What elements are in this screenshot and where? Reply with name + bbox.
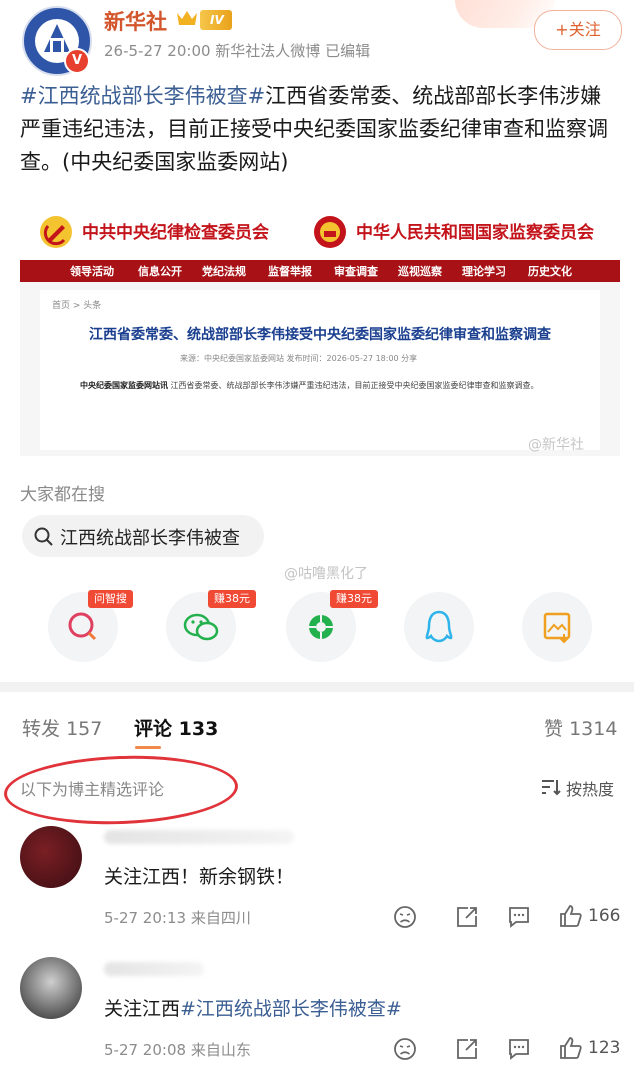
- embedded-lead-text: 江西省委常委、统战部部长李伟涉嫌严重违纪违法，目前正接受中央纪委国家监委纪律审查…: [168, 381, 539, 390]
- embedded-nav-item: 信息公开: [138, 265, 182, 278]
- share-badge: 问智搜: [88, 590, 133, 608]
- comment-location: 来自四川: [190, 909, 251, 927]
- tab-comment-label: 评论: [134, 718, 173, 740]
- comment-text: 关注江西#江西统战部长李伟被查#: [104, 994, 402, 1021]
- tab-reposts[interactable]: 转发 157: [22, 714, 102, 741]
- follow-button[interactable]: +关注: [534, 10, 622, 50]
- emoji-reaction-icon[interactable]: [392, 904, 418, 930]
- comment-hashtag[interactable]: #江西统战部长李伟被查#: [180, 998, 402, 1020]
- qq-icon: [425, 610, 453, 643]
- post-meta: 26-5-27 20:00 新华社法人微博 已编辑: [104, 42, 371, 60]
- commenter-name-blurred[interactable]: [104, 830, 294, 844]
- reply-icon[interactable]: [506, 904, 532, 930]
- commenter-avatar[interactable]: [20, 826, 82, 888]
- tab-like-label: 赞: [544, 718, 564, 740]
- post-text: #江西统战部长李伟被查#江西省委常委、统战部部长李伟涉嫌严重违纪违法，目前正接受…: [20, 80, 616, 179]
- tab-repost-count: 157: [66, 718, 103, 740]
- tab-repost-label: 转发: [22, 718, 61, 740]
- trending-search-title: 大家都在搜: [20, 485, 105, 505]
- share-qq[interactable]: [404, 592, 474, 662]
- embedded-article-card: [40, 290, 600, 450]
- screenshot-watermark: @咕噜黑化了: [284, 566, 368, 582]
- save-image-icon: [543, 612, 571, 644]
- sort-by-hot-button[interactable]: 按热度: [566, 776, 614, 800]
- embedded-breadcrumb: 首页 > 头条: [52, 301, 102, 311]
- embedded-nav-item: 监督举报: [268, 265, 312, 278]
- share-save-image[interactable]: [522, 592, 592, 662]
- comment-meta: 5-27 20:13 来自四川: [104, 907, 251, 928]
- reply-icon[interactable]: [506, 1036, 532, 1062]
- like-icon[interactable]: [558, 903, 584, 929]
- comment-text-prefix: 关注江西: [104, 998, 181, 1020]
- repost-icon[interactable]: [454, 1036, 480, 1062]
- comment-like-count: 123: [588, 1038, 621, 1058]
- national-emblem-icon: [314, 216, 346, 248]
- commenter-avatar[interactable]: [20, 957, 82, 1019]
- tab-likes[interactable]: 赞 1314: [544, 714, 617, 741]
- embedded-nav-item: 理论学习: [462, 265, 506, 278]
- repost-icon[interactable]: [454, 904, 480, 930]
- active-tab-indicator: [135, 746, 161, 749]
- account-name[interactable]: 新华社: [104, 6, 167, 36]
- embedded-org-2: 中华人民共和国国家监察委员会: [356, 223, 594, 243]
- post-hashtag[interactable]: #江西统战部长李伟被查#: [20, 84, 265, 108]
- emoji-reaction-icon[interactable]: [392, 1036, 418, 1062]
- embedded-nav-item: 党纪法规: [202, 265, 246, 278]
- annotation-red-circle: [2, 751, 240, 829]
- comment-text: 关注江西！新余钢铁！: [104, 866, 295, 888]
- crown-icon: [177, 11, 197, 25]
- embedded-nav-item: 巡视巡察: [398, 265, 442, 278]
- embedded-nav-item: 领导活动: [70, 265, 114, 278]
- verified-icon: V: [64, 48, 90, 74]
- trending-search-text: 江西统战部长李伟被查: [60, 528, 240, 549]
- tab-comment-count: 133: [178, 718, 219, 740]
- commenter-name-blurred[interactable]: [104, 962, 204, 976]
- comment-location: 来自山东: [190, 1041, 251, 1059]
- tab-comments[interactable]: 评论 133: [134, 714, 218, 741]
- embedded-org-1: 中共中央纪律检查委员会: [82, 223, 269, 243]
- sort-icon: [542, 780, 561, 796]
- party-emblem-icon: [40, 216, 72, 248]
- share-badge: 赚38元: [330, 590, 378, 608]
- embedded-lead-bold: 中央纪委国家监委网站讯: [80, 381, 168, 390]
- comment-time: 5-27 20:08: [104, 1041, 187, 1059]
- embedded-lead: 中央纪委国家监委网站讯 江西省委常委、统战部部长李伟涉嫌严重违纪违法，目前正接受…: [80, 380, 539, 391]
- section-separator: [0, 682, 634, 692]
- comment-meta: 5-27 20:08 来自山东: [104, 1039, 251, 1060]
- embedded-source-line: 来源：中央纪委国家监委网站 发布时间：2026-05-27 18:00 分享: [180, 354, 418, 363]
- embedded-nav-bar: 领导活动 信息公开 党纪法规 监督举报 审查调查 巡视巡察 理论学习 历史文化: [20, 260, 620, 282]
- search-icon: [34, 527, 53, 546]
- post-image[interactable]: 中共中央纪律检查委员会 中华人民共和国国家监察委员会 领导活动 信息公开 党纪法…: [20, 200, 620, 456]
- comment-time: 5-27 20:13: [104, 909, 187, 927]
- embedded-article-title: 江西省委常委、统战部部长李伟接受中央纪委国家监委纪律审查和监察调查: [89, 327, 551, 343]
- embedded-nav-item: 历史文化: [528, 265, 572, 278]
- embedded-nav-item: 审查调查: [334, 265, 378, 278]
- like-icon[interactable]: [558, 1035, 584, 1061]
- level-badge: IV: [200, 10, 232, 30]
- share-badge: 赚38元: [208, 590, 256, 608]
- image-watermark: @新华社: [528, 437, 584, 453]
- tab-like-count: 1314: [569, 718, 618, 740]
- comment-like-count: 166: [588, 906, 621, 926]
